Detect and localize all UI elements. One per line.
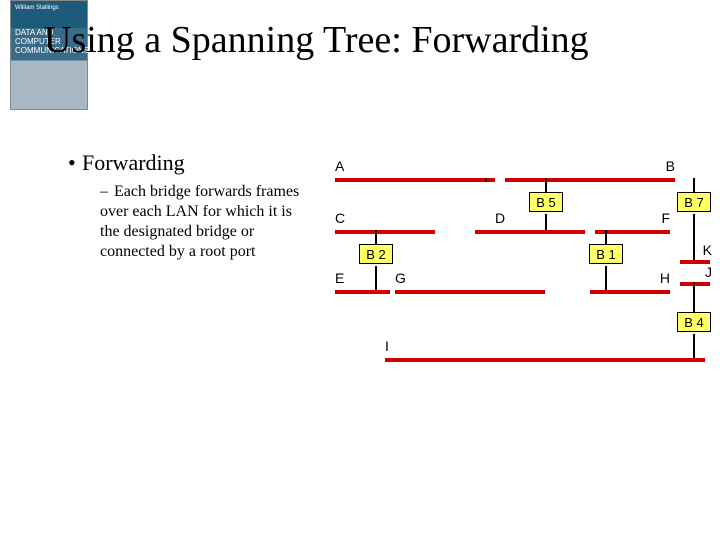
conn-B5-up: [545, 178, 547, 192]
bullet-main: •Forwarding –Each bridge forwards frames…: [68, 150, 328, 262]
conn-stub-AB: [485, 178, 487, 182]
lan-C-label: C: [335, 210, 345, 226]
conn-B4-up: [693, 282, 695, 312]
conn-B2-down: [375, 266, 377, 290]
lan-D-label: D: [495, 210, 505, 226]
lan-H: H: [590, 290, 670, 294]
bullet-sub-text: Each bridge forwards frames over each LA…: [100, 183, 299, 260]
lan-G-label: G: [395, 270, 406, 286]
lan-C: C: [335, 230, 435, 234]
lan-D: D: [475, 230, 585, 234]
slide-title: Using a Spanning Tree: Forwarding: [44, 18, 589, 62]
bridge-B2: B 2: [359, 244, 393, 264]
lan-I-label: I: [385, 338, 389, 354]
conn-B2-up: [375, 230, 377, 244]
network-diagram: A B B 5 B 7 C D F B 2 B 1 K E G H J B: [335, 160, 705, 480]
bridge-B5: B 5: [529, 192, 563, 212]
lan-E: E: [335, 290, 390, 294]
conn-B7-down: [693, 214, 695, 260]
lan-G: G: [395, 290, 545, 294]
lan-F-label: F: [661, 210, 670, 226]
lan-A: A: [335, 178, 495, 182]
conn-B1-down: [605, 266, 607, 290]
lan-B: B: [505, 178, 675, 182]
lan-B-label: B: [666, 158, 675, 174]
lan-J: J: [680, 282, 710, 286]
bridge-B1: B 1: [589, 244, 623, 264]
bridge-B7: B 7: [677, 192, 711, 212]
conn-B4-down: [693, 334, 695, 358]
lan-I: I: [385, 358, 705, 362]
conn-B1-up: [605, 230, 607, 244]
bullet-dot-icon: •: [68, 150, 82, 176]
conn-B7-up: [693, 178, 695, 192]
lan-E-label: E: [335, 270, 344, 286]
bullet-dash-icon: –: [100, 182, 114, 202]
book-author: William Stallings: [15, 5, 59, 11]
bullet-sub: –Each bridge forwards frames over each L…: [100, 182, 315, 262]
lan-H-label: H: [660, 270, 670, 286]
lan-J-label: J: [705, 264, 712, 280]
bridge-B4: B 4: [677, 312, 711, 332]
lan-K-label: K: [703, 242, 712, 258]
bullet-main-text: Forwarding: [82, 150, 185, 175]
conn-B5-down: [545, 214, 547, 230]
lan-A-label: A: [335, 158, 344, 174]
